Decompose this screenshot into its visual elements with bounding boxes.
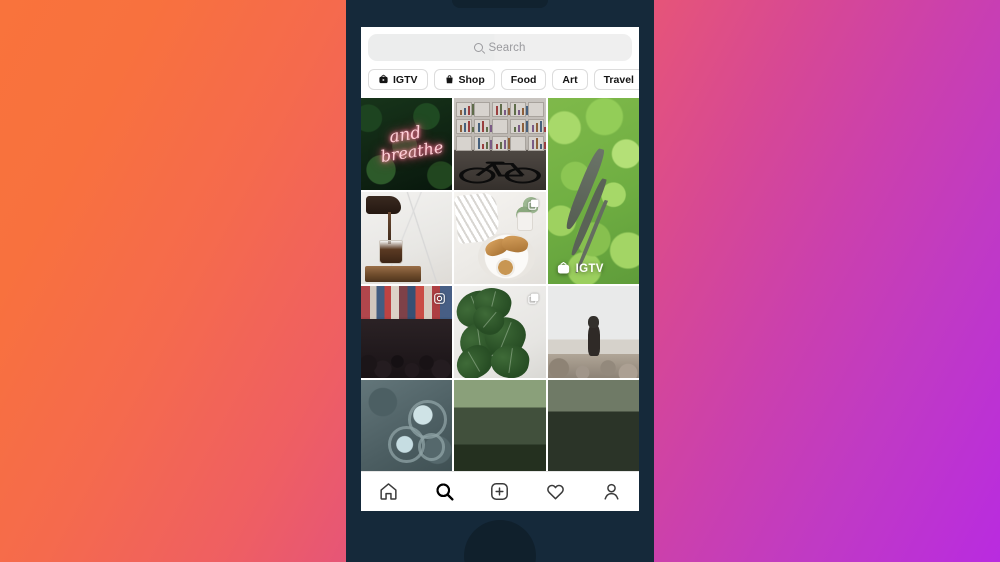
search-region: Search	[361, 27, 639, 61]
tile-artwork	[547, 380, 639, 472]
person-icon	[601, 481, 622, 502]
explore-tile-aerial-arch[interactable]	[361, 380, 453, 472]
carousel-icon	[433, 292, 446, 310]
tile-artwork: and breathe	[361, 98, 453, 190]
bookshelf-cells	[456, 101, 546, 152]
category-chip-label: Shop	[458, 73, 485, 86]
app-screen: Search IGTVShopFoodArtTravelAr andbreath…	[361, 27, 639, 511]
tile-artwork	[361, 192, 453, 284]
category-chip-label: Art	[562, 73, 578, 86]
bicycle-silhouette	[458, 151, 542, 188]
explore-tile-aerial-forest[interactable]: IGTV	[547, 98, 639, 284]
crowd-silhouettes	[361, 322, 453, 378]
explore-grid[interactable]: and breathe IGTV	[361, 98, 639, 511]
explore-tile-street-crowd[interactable]	[361, 286, 453, 378]
coffee-glass	[379, 239, 403, 264]
category-chip-row[interactable]: IGTVShopFoodArtTravelAr	[361, 61, 639, 98]
tile-artwork	[547, 286, 639, 378]
category-chip-shop[interactable]: Shop	[433, 69, 495, 90]
explore-tile-mountain-clip[interactable]	[454, 380, 546, 472]
rocky-ground	[547, 354, 639, 378]
igtv-overlay-label: IGTV	[575, 262, 604, 275]
neon-sign-line: breathe	[379, 137, 445, 167]
explore-tile-bookshelf-bike[interactable]	[454, 98, 546, 190]
forest-road	[562, 147, 607, 231]
search-icon	[434, 481, 455, 502]
tile-artwork	[454, 380, 546, 472]
category-chip-igtv[interactable]: IGTV	[368, 69, 428, 90]
multi-post-icon	[527, 198, 540, 216]
category-chip-label: Travel	[603, 73, 634, 86]
explore-tile-monstera[interactable]	[454, 286, 546, 378]
category-chip-label: Food	[510, 73, 537, 86]
nav-button-create[interactable]	[483, 475, 517, 509]
bottom-navigation-bar[interactable]	[361, 471, 639, 511]
nav-button-home[interactable]	[372, 475, 406, 509]
explore-tile-breakfast-flatlay[interactable]	[454, 192, 546, 284]
search-input[interactable]: Search	[368, 34, 632, 61]
category-chip-art[interactable]: Art	[552, 69, 588, 90]
category-chip-travel[interactable]: Travel	[593, 69, 639, 90]
kettle	[366, 195, 402, 215]
dog-body	[587, 324, 600, 356]
phone-notch	[452, 0, 548, 8]
coffee-stream	[388, 212, 392, 244]
tile-artwork	[547, 98, 639, 284]
heart-icon	[545, 481, 566, 502]
tile-artwork	[454, 98, 546, 190]
explore-tile-neon-breathe[interactable]: and breathe	[361, 98, 453, 190]
phone-home-button	[464, 520, 536, 562]
stacked-books	[364, 265, 422, 283]
explore-tile-coffee-pour[interactable]	[361, 192, 453, 284]
dip-bowl	[496, 258, 515, 277]
architecture-ring	[417, 433, 445, 461]
igtv-icon	[556, 261, 571, 276]
category-chip-label: IGTV	[393, 73, 418, 86]
add-post-icon	[489, 481, 510, 502]
multi-post-icon	[527, 292, 540, 310]
search-icon	[474, 43, 484, 52]
neon-sign-text: and breathe	[361, 98, 452, 190]
home-icon	[378, 481, 399, 502]
igtv-overlay: IGTV	[556, 261, 604, 276]
explore-tile-dog-fog[interactable]	[547, 286, 639, 378]
tile-artwork	[361, 380, 453, 472]
igtv-icon	[378, 74, 389, 85]
nav-button-activity[interactable]	[539, 475, 573, 509]
nav-button-search[interactable]	[427, 475, 461, 509]
dog-head	[588, 316, 600, 329]
category-chip-food[interactable]: Food	[500, 69, 547, 90]
nav-button-profile[interactable]	[594, 475, 628, 509]
explore-tile-valley-clip[interactable]	[547, 380, 639, 472]
search-placeholder: Search	[488, 41, 526, 54]
screenshot-canvas: Search IGTVShopFoodArtTravelAr andbreath…	[0, 0, 1000, 562]
shopping-bag-icon	[444, 74, 455, 85]
